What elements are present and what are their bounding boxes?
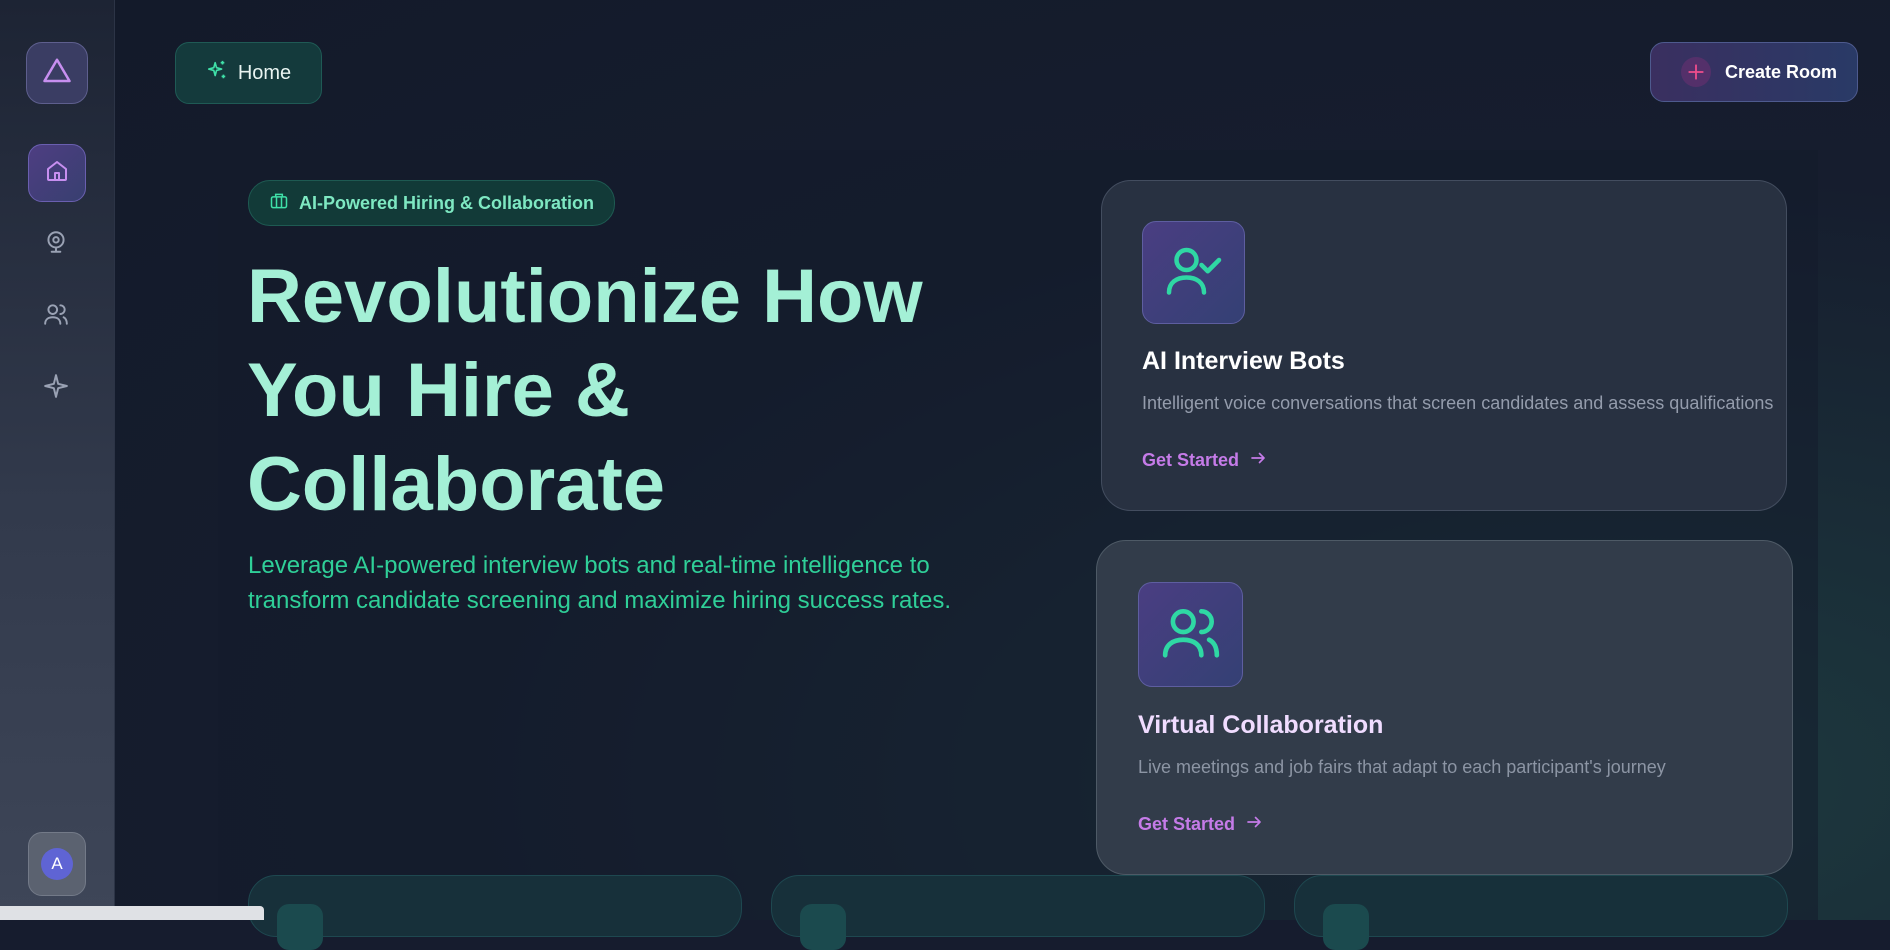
feature-description: Live meetings and job fairs that adapt t… [1138, 757, 1666, 777]
sidebar-item-webcam[interactable] [28, 216, 84, 272]
feature-icon-box [1138, 582, 1243, 687]
avatar: A [41, 848, 73, 880]
sidebar-item-home[interactable] [28, 144, 86, 202]
sidebar: A [0, 0, 115, 920]
logo-button[interactable] [26, 42, 88, 104]
feature-card-ai-interview-bots[interactable]: AI Interview Bots Intelligent voice conv… [1101, 180, 1787, 511]
stat-card [771, 875, 1265, 950]
feature-icon-box [1142, 221, 1245, 324]
hero-headline-line-3: Collaborate [247, 442, 666, 527]
create-room-label: Create Room [1725, 61, 1838, 82]
triangle-logo-icon [42, 56, 72, 91]
create-room-button[interactable]: Create Room [1650, 42, 1858, 102]
home-icon [45, 159, 69, 188]
feature-title: AI Interview Bots [1142, 347, 1345, 375]
get-started-link[interactable]: Get Started [1138, 813, 1263, 836]
stat-card [1294, 875, 1788, 950]
sparkles-icon [206, 59, 228, 87]
hero-subtext: Leverage AI-powered interview bots and r… [248, 552, 951, 614]
arrow-right-icon [1245, 813, 1263, 836]
sparkle-icon [43, 373, 69, 404]
plus-icon [1681, 57, 1711, 87]
users-icon [43, 301, 69, 332]
home-button[interactable]: Home [175, 42, 322, 104]
stat-card-icon [800, 904, 846, 950]
feature-title: Virtual Collaboration [1138, 711, 1384, 739]
hero-headline: Revolutionize How You Hire & Collaborate [247, 250, 1007, 532]
arrow-right-icon [1249, 449, 1267, 472]
sidebar-item-users[interactable] [28, 288, 84, 344]
get-started-label: Get Started [1142, 450, 1240, 470]
get-started-link[interactable]: Get Started [1142, 449, 1267, 472]
home-button-label: Home [237, 61, 292, 84]
sidebar-item-sparkle[interactable] [28, 360, 84, 416]
get-started-label: Get Started [1138, 814, 1236, 834]
status-url-bar [0, 906, 264, 920]
hero-headline-line-1: Revolutionize How [247, 254, 923, 339]
feature-card-virtual-collaboration[interactable]: Virtual Collaboration Live meetings and … [1096, 540, 1793, 875]
hero-headline-line-2: You Hire & [247, 348, 630, 433]
hero-badge-label: AI-Powered Hiring & Collaboration [299, 192, 595, 213]
user-avatar-button[interactable]: A [28, 832, 86, 896]
stat-card-icon [277, 904, 323, 950]
user-check-icon [1164, 240, 1224, 305]
stat-card [248, 875, 742, 950]
users-icon [1160, 601, 1222, 668]
stat-card-icon [1323, 904, 1369, 950]
feature-description: Intelligent voice conversations that scr… [1142, 393, 1774, 413]
hero-badge: AI-Powered Hiring & Collaboration [248, 180, 616, 226]
briefcase-icon [269, 191, 289, 216]
webcam-icon [43, 229, 69, 260]
